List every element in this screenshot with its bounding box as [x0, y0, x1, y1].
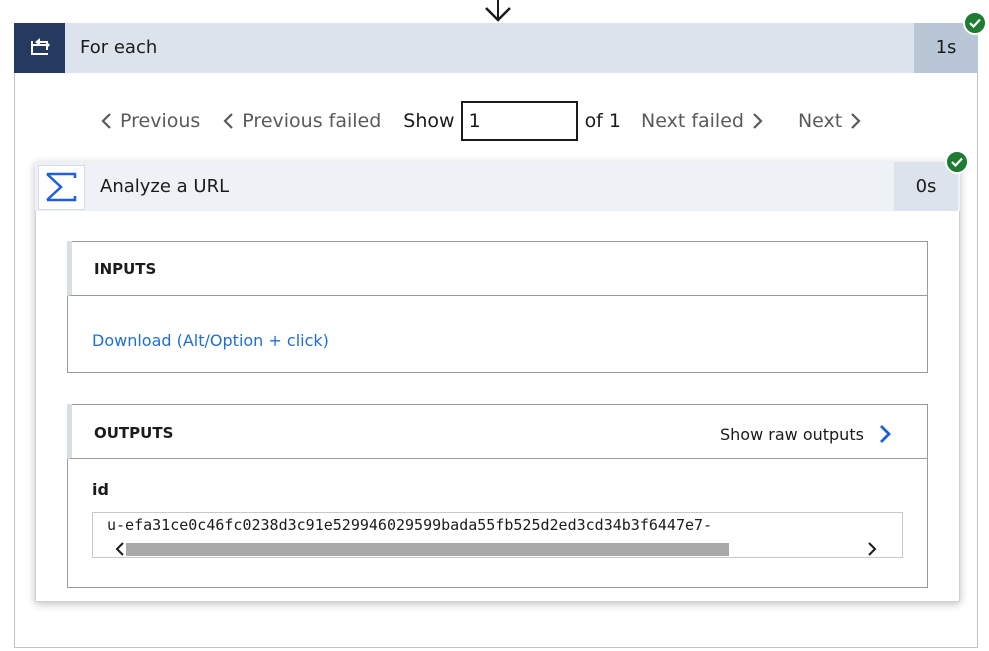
iteration-number-input[interactable] [460, 101, 578, 141]
chevron-right-icon [879, 425, 891, 443]
chevron-left-icon [101, 113, 111, 129]
horizontal-scrollbar-thumb[interactable] [126, 543, 729, 556]
success-check-icon [963, 11, 987, 35]
flow-connector-arrow-icon [485, 0, 511, 22]
scroll-right-arrow-icon[interactable] [866, 541, 878, 557]
inputs-section-header [67, 241, 928, 296]
next-label: Next [797, 110, 843, 132]
show-label: Show [403, 110, 455, 132]
iteration-count: of 1 [584, 110, 622, 132]
success-check-icon [945, 150, 969, 174]
for-each-icon-box [14, 23, 65, 73]
sigma-icon [46, 172, 77, 202]
previous-failed-button[interactable]: Previous failed [222, 110, 381, 132]
show-raw-outputs-label: Show raw outputs [720, 424, 864, 444]
chevron-left-icon [223, 113, 234, 129]
analyze-url-title: Analyze a URL [100, 176, 230, 197]
chevron-right-icon [851, 113, 861, 129]
iteration-pager: Previous Previous failed Show of 1 Next … [100, 101, 862, 141]
id-field-label: id [92, 480, 109, 499]
download-inputs-link[interactable]: Download (Alt/Option + click) [92, 331, 329, 350]
inputs-heading: INPUTS [94, 260, 157, 278]
for-each-title: For each [80, 37, 158, 58]
id-value-text: u-efa31ce0c46fc0238d3c91e529946029599bad… [107, 516, 713, 534]
analyze-url-icon-box [38, 165, 85, 210]
previous-failed-label: Previous failed [242, 110, 382, 132]
chevron-right-icon [753, 113, 763, 129]
next-button[interactable]: Next [798, 110, 862, 132]
next-failed-label: Next failed [641, 110, 744, 132]
previous-button[interactable]: Previous [100, 110, 200, 132]
show-raw-outputs-button[interactable]: Show raw outputs [720, 424, 892, 444]
previous-label: Previous [120, 110, 201, 132]
for-each-header[interactable] [14, 23, 978, 73]
next-failed-button[interactable]: Next failed [641, 110, 764, 132]
loop-icon [31, 38, 50, 55]
scroll-left-arrow-icon[interactable] [114, 541, 126, 557]
outputs-heading: OUTPUTS [94, 424, 174, 442]
